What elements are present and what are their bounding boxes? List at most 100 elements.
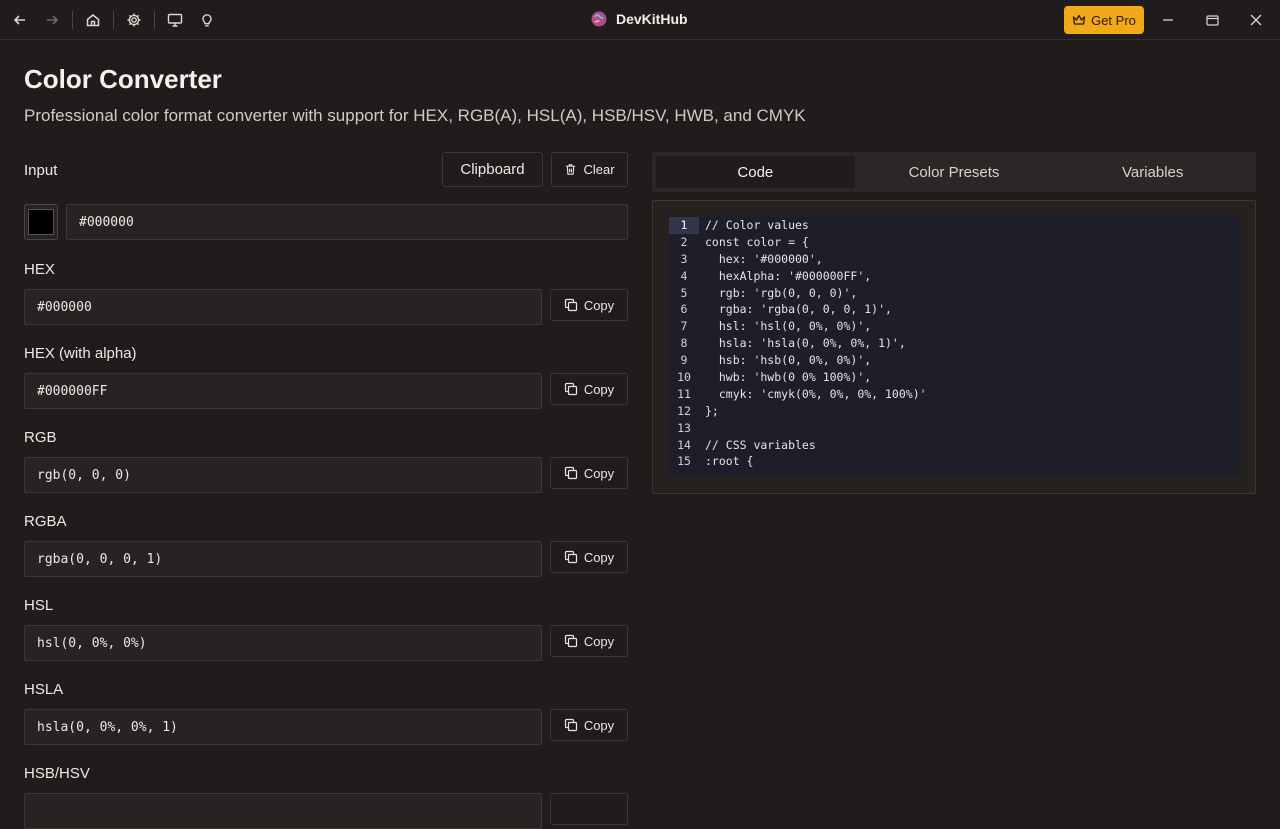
clear-label: Clear bbox=[583, 162, 615, 177]
monitor-icon[interactable] bbox=[163, 8, 187, 32]
copy-label: Copy bbox=[583, 297, 615, 313]
line-number: 8 bbox=[680, 336, 688, 351]
forward-arrow-icon[interactable] bbox=[40, 8, 64, 32]
rgb-field[interactable]: rgb(0, 0, 0) bbox=[24, 457, 542, 493]
hsb-label: HSB/HSV bbox=[24, 765, 90, 782]
line-number: 1 bbox=[669, 217, 699, 234]
hsl-label: HSL bbox=[24, 597, 54, 614]
code-text: rgb: 'rgb(0, 0, 0)', bbox=[705, 285, 858, 300]
copy-icon bbox=[564, 382, 577, 396]
toolbar-divider bbox=[113, 11, 114, 29]
code-text: rgba: 'rgba(0, 0, 0, 1)', bbox=[705, 302, 892, 317]
get-pro-label: Get Pro bbox=[1091, 12, 1136, 28]
line-number: 2 bbox=[680, 234, 688, 249]
hex-value: #000000 bbox=[37, 299, 92, 315]
hex-field[interactable]: #000000 bbox=[24, 289, 542, 325]
copy-label: Copy bbox=[583, 381, 615, 397]
line-number: 7 bbox=[680, 319, 688, 334]
color-input-value: #000000 bbox=[79, 214, 134, 230]
copy-icon bbox=[564, 298, 577, 312]
copy-label: Copy bbox=[583, 465, 615, 481]
copy-rgba-button[interactable]: Copy bbox=[550, 541, 628, 573]
crown-icon bbox=[1072, 14, 1086, 25]
hsla-field[interactable]: hsla(0, 0%, 0%, 1) bbox=[24, 709, 542, 745]
rgba-field[interactable]: rgba(0, 0, 0, 1) bbox=[24, 541, 542, 577]
clipboard-label: Clipboard bbox=[460, 161, 525, 178]
copy-hex-button[interactable]: Copy bbox=[550, 289, 628, 321]
copy-hsla-button[interactable]: Copy bbox=[550, 709, 628, 741]
code-line: 7 hsl: 'hsl(0, 0%, 0%)', bbox=[669, 318, 1239, 335]
code-text: const color = { bbox=[705, 234, 809, 249]
close-icon[interactable] bbox=[1246, 10, 1266, 30]
line-number: 12 bbox=[677, 403, 691, 418]
code-text: // CSS variables bbox=[705, 437, 816, 452]
gear-icon[interactable] bbox=[122, 8, 146, 32]
code-line: 4 hexAlpha: '#000000FF', bbox=[669, 268, 1239, 285]
copy-rgb-button[interactable]: Copy bbox=[550, 457, 628, 489]
line-number: 9 bbox=[680, 353, 688, 368]
home-icon[interactable] bbox=[81, 8, 105, 32]
copy-icon bbox=[564, 550, 577, 564]
line-number: 14 bbox=[677, 437, 691, 452]
line-number: 4 bbox=[680, 268, 688, 283]
code-text: // Color values bbox=[705, 218, 809, 232]
trash-icon bbox=[566, 164, 576, 175]
line-number: 10 bbox=[677, 370, 691, 385]
tab-variables[interactable]: Variables bbox=[1053, 156, 1252, 188]
code-editor[interactable]: 1 // Color values 2 const color = { 3 hex: '… bbox=[669, 217, 1239, 477]
color-input[interactable]: #000000 bbox=[66, 204, 628, 240]
code-line: 5 rgb: 'rgb(0, 0, 0)', bbox=[669, 285, 1239, 302]
color-picker-button[interactable] bbox=[24, 204, 58, 240]
code-text: }; bbox=[705, 403, 719, 418]
color-swatch bbox=[28, 209, 54, 235]
minimize-icon[interactable] bbox=[1158, 10, 1178, 30]
code-text: hsb: 'hsb(0, 0%, 0%)', bbox=[705, 353, 872, 368]
output-tabs: Code Color Presets Variables bbox=[652, 152, 1256, 192]
hsl-value: hsl(0, 0%, 0%) bbox=[37, 635, 147, 651]
copy-label: Copy bbox=[583, 717, 615, 733]
app-name: DevKitHub bbox=[616, 11, 688, 27]
lightbulb-icon[interactable] bbox=[195, 8, 219, 32]
hex-alpha-field[interactable]: #000000FF bbox=[24, 373, 542, 409]
copy-icon bbox=[564, 466, 577, 480]
line-number: 13 bbox=[677, 420, 691, 435]
code-text: cmyk: 'cmyk(0%, 0%, 0%, 100%)' bbox=[705, 386, 927, 401]
copy-hex-alpha-button[interactable]: Copy bbox=[550, 373, 628, 405]
code-text: hex: '#000000', bbox=[705, 251, 823, 266]
hsla-label: HSLA bbox=[24, 681, 64, 698]
line-number: 6 bbox=[680, 302, 688, 317]
title-bar: DevKitHub Get Pro bbox=[0, 0, 1280, 40]
clipboard-button[interactable]: Clipboard bbox=[442, 152, 543, 187]
hsla-value: hsla(0, 0%, 0%, 1) bbox=[37, 719, 178, 735]
line-number: 11 bbox=[677, 386, 691, 401]
app-title: DevKitHub bbox=[590, 10, 688, 28]
rgba-value: rgba(0, 0, 0, 1) bbox=[37, 551, 163, 567]
code-line: 9 hsb: 'hsb(0, 0%, 0%)', bbox=[669, 352, 1239, 369]
hsb-field[interactable] bbox=[24, 793, 542, 829]
code-line: 15 :root { bbox=[669, 453, 1239, 470]
page-subtitle: Professional color format converter with… bbox=[24, 106, 806, 125]
tab-color-presets[interactable]: Color Presets bbox=[855, 156, 1054, 188]
code-line: 1 // Color values bbox=[669, 217, 1239, 234]
tab-code[interactable]: Code bbox=[656, 156, 855, 188]
code-text: hsla: 'hsla(0, 0%, 0%, 1)', bbox=[705, 336, 906, 351]
code-text: hwb: 'hwb(0 0% 100%)', bbox=[705, 370, 872, 385]
hsl-field[interactable]: hsl(0, 0%, 0%) bbox=[24, 625, 542, 661]
line-number: 5 bbox=[680, 285, 688, 300]
clear-button[interactable]: Clear bbox=[551, 152, 628, 187]
hex-label: HEX bbox=[24, 261, 55, 278]
copy-hsb-button[interactable] bbox=[550, 793, 628, 825]
get-pro-button[interactable]: Get Pro bbox=[1064, 6, 1144, 34]
input-label: Input bbox=[24, 162, 58, 179]
copy-hsl-button[interactable]: Copy bbox=[550, 625, 628, 657]
maximize-icon[interactable] bbox=[1202, 10, 1222, 30]
code-line: 13 bbox=[669, 420, 1239, 437]
back-arrow-icon[interactable] bbox=[8, 8, 32, 32]
code-line: 11 cmyk: 'cmyk(0%, 0%, 0%, 100%)' bbox=[669, 386, 1239, 403]
code-text: :root { bbox=[705, 454, 754, 469]
code-line: 8 hsla: 'hsla(0, 0%, 0%, 1)', bbox=[669, 335, 1239, 352]
rgb-value: rgb(0, 0, 0) bbox=[37, 467, 131, 483]
line-number: 15 bbox=[677, 454, 691, 469]
code-line: 3 hex: '#000000', bbox=[669, 251, 1239, 268]
